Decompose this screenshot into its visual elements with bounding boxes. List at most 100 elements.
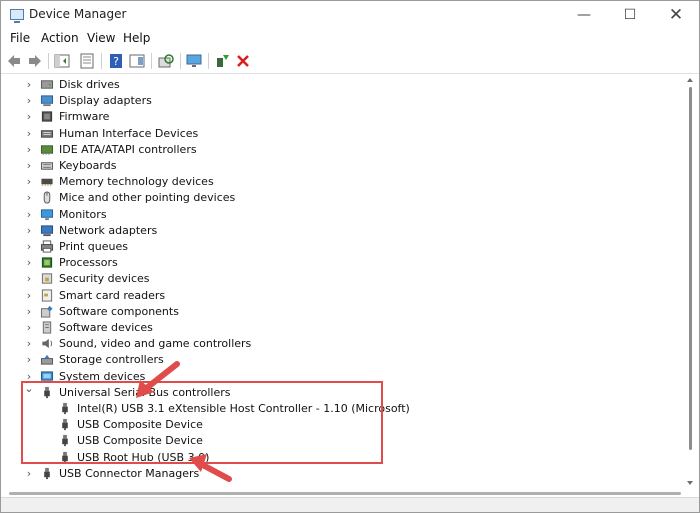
svg-text:?: ? — [113, 55, 119, 68]
toolbar-separator — [151, 53, 152, 69]
tree-category-software-devices[interactable]: › Software devices — [3, 320, 678, 336]
tree-category-storage-controllers[interactable]: › Storage controllers — [3, 352, 678, 368]
category-label: Disk drives — [59, 78, 120, 91]
memory-icon — [41, 178, 53, 187]
chevron-right-icon[interactable]: › — [23, 241, 35, 253]
tree-category-firmware[interactable]: › Firmware — [3, 109, 678, 125]
chevron-right-icon[interactable]: › — [23, 111, 35, 123]
scrollbar-thumb[interactable] — [689, 87, 692, 450]
category-label: Security devices — [59, 272, 150, 286]
monitor-icon — [40, 208, 54, 220]
chevron-right-icon[interactable]: › — [23, 143, 35, 156]
chevron-right-icon[interactable]: › — [23, 305, 35, 318]
close-button[interactable]: ✕ — [653, 1, 699, 29]
storage-icon — [40, 355, 54, 365]
chevron-right-icon[interactable]: › — [23, 160, 35, 172]
category-label: Processors — [59, 256, 118, 270]
scroll-up-arrow-icon[interactable] — [687, 78, 693, 82]
tree-category-processors[interactable]: › Processors — [3, 255, 678, 271]
hid-icon — [40, 129, 54, 138]
toolbar-separator — [48, 53, 49, 69]
chevron-right-icon[interactable]: › — [23, 273, 35, 285]
chevron-right-icon[interactable]: › — [23, 289, 35, 302]
chevron-right-icon[interactable]: › — [23, 257, 35, 269]
category-label: Network adapters — [59, 223, 158, 237]
category-label: Software devices — [59, 321, 153, 334]
chevron-right-icon[interactable]: › — [23, 127, 35, 140]
disk-icon — [40, 80, 54, 89]
menu-action[interactable]: Action — [41, 31, 79, 45]
maximize-button[interactable]: ☐ — [607, 1, 653, 29]
chevron-right-icon[interactable]: › — [23, 176, 35, 188]
chevron-right-icon[interactable]: › — [23, 467, 35, 480]
tree-category-print-queues[interactable]: › Print queues — [3, 239, 678, 255]
category-label: Display adapters — [59, 94, 152, 108]
tree-category-usb-connector-managers[interactable]: › USB Connector Managers — [3, 466, 678, 482]
tree-category-software-components[interactable]: › Software components — [3, 304, 678, 320]
title-bar[interactable]: Device Manager — ☐ ✕ — [1, 1, 699, 29]
category-label: Memory technology devices — [59, 175, 214, 189]
printer-icon — [40, 240, 54, 253]
toolbar-separator — [208, 53, 209, 69]
tree-category-mice-and-other-pointing-devices[interactable]: › Mice and other pointing devices — [3, 190, 678, 206]
tree-category-monitors[interactable]: › Monitors — [3, 207, 678, 223]
tree-category-security-devices[interactable]: › Security devices — [3, 271, 678, 287]
chevron-right-icon[interactable]: › — [23, 322, 35, 334]
category-label: Keyboards — [59, 159, 117, 172]
chevron-right-icon[interactable]: › — [23, 338, 35, 350]
toolbar-separator — [180, 53, 181, 69]
category-label: Print queues — [59, 240, 128, 253]
chevron-right-icon[interactable]: › — [23, 192, 35, 204]
tree-category-memory-technology-devices[interactable]: › Memory technology devices — [3, 174, 678, 190]
tree-category-ide-ata-atapi-controllers[interactable]: › IDE ATA/ATAPI controllers — [3, 142, 678, 158]
category-label: USB Connector Managers — [59, 466, 200, 480]
vertical-scrollbar[interactable] — [684, 74, 697, 489]
scan-icon[interactable] — [158, 53, 174, 69]
category-label: Sound, video and game controllers — [59, 337, 252, 351]
horizontal-scrollbar-thumb[interactable] — [9, 492, 681, 495]
enable-device-icon[interactable] — [214, 53, 230, 69]
status-bar — [1, 497, 699, 512]
window-title: Device Manager — [29, 7, 127, 21]
minimize-button[interactable]: — — [561, 1, 607, 29]
software-component-icon — [40, 305, 53, 318]
processor-icon — [41, 257, 53, 268]
properties-pane-icon[interactable] — [54, 53, 70, 69]
software-device-icon — [42, 321, 52, 334]
tree-category-human-interface-devices[interactable]: › Human Interface Devices — [3, 126, 678, 142]
smartcard-icon — [41, 289, 53, 302]
menu-file[interactable]: File — [10, 31, 30, 45]
menu-view[interactable]: View — [87, 31, 115, 45]
firmware-icon — [41, 111, 53, 122]
tree-category-sound-video-and-game-controllers[interactable]: › Sound, video and game controllers — [3, 336, 678, 352]
uninstall-icon[interactable] — [235, 53, 251, 69]
console-tree-icon[interactable] — [129, 53, 145, 69]
tree-category-display-adapters[interactable]: › Display adapters — [3, 93, 678, 109]
chevron-right-icon[interactable]: › — [23, 224, 35, 237]
scroll-down-arrow-icon[interactable] — [687, 481, 693, 485]
toolbar: ? — [1, 49, 699, 74]
chevron-right-icon[interactable]: › — [23, 208, 35, 221]
network-icon — [40, 225, 54, 236]
category-label: Firmware — [59, 110, 110, 124]
horizontal-scrollbar[interactable] — [2, 489, 698, 497]
chevron-right-icon[interactable]: › — [23, 95, 35, 107]
forward-icon[interactable] — [27, 53, 43, 69]
tree-category-keyboards[interactable]: › Keyboards — [3, 158, 678, 174]
list-icon[interactable] — [79, 53, 95, 69]
tree-category-smart-card-readers[interactable]: › Smart card readers — [3, 288, 678, 304]
sound-icon — [42, 339, 53, 349]
category-label: Software components — [59, 304, 179, 318]
toolbar-separator — [101, 53, 102, 69]
menu-help[interactable]: Help — [123, 31, 150, 45]
back-icon[interactable] — [6, 53, 22, 69]
category-label: Human Interface Devices — [59, 126, 199, 140]
usb-icon — [44, 467, 50, 479]
tree-category-network-adapters[interactable]: › Network adapters — [3, 223, 678, 239]
chevron-right-icon[interactable]: › — [23, 354, 35, 366]
display-icon — [40, 95, 54, 107]
monitor-icon[interactable] — [186, 53, 202, 69]
help-icon[interactable]: ? — [108, 53, 124, 69]
chevron-right-icon[interactable]: › — [23, 79, 35, 91]
tree-category-disk-drives[interactable]: › Disk drives — [3, 77, 678, 93]
